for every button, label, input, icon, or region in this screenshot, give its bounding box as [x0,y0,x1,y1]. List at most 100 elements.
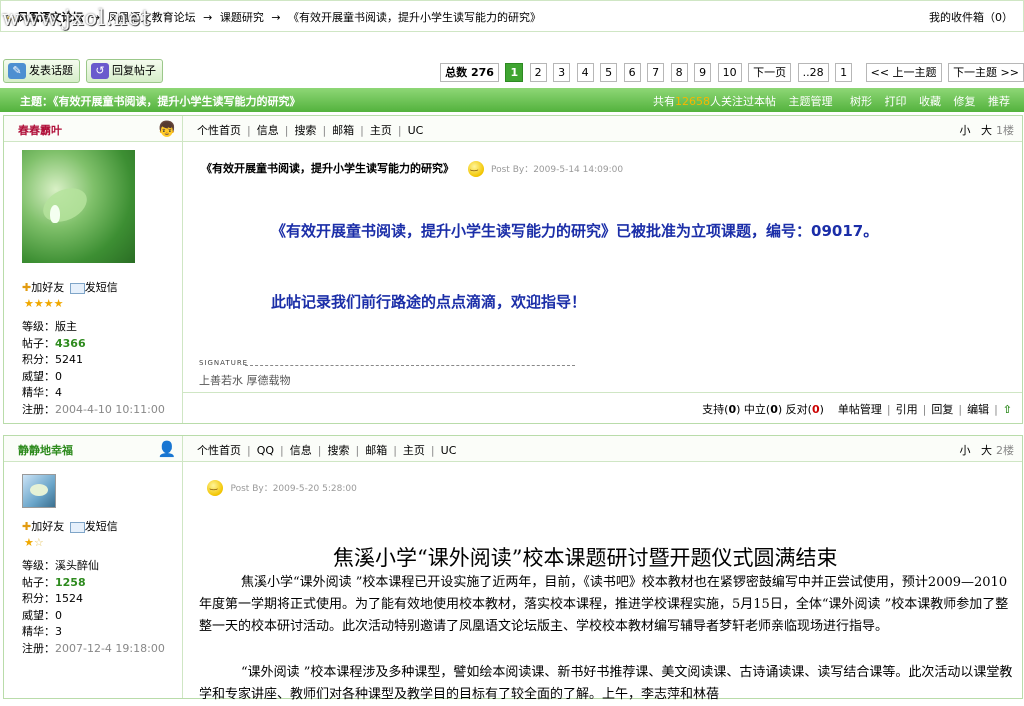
score-value: 1524 [55,592,83,605]
support-link[interactable]: 支持 [702,403,724,416]
prestige-row: 威望：0 [22,608,165,625]
oppose-link[interactable]: 反对 [786,403,808,416]
nav-uc[interactable]: UC [408,124,424,137]
breadcrumb-board[interactable]: 课题研究 [220,11,264,24]
back-to-top-icon[interactable]: ⇧ [1003,403,1012,416]
nav-search[interactable]: 搜索 [327,444,349,457]
author-name[interactable]: 春春霸叶 [18,122,62,138]
page-4[interactable]: 4 [576,63,594,82]
smiley-icon [467,161,484,177]
topic-manage-link[interactable]: 主题管理 [789,95,833,108]
nav-search[interactable]: 搜索 [294,124,316,137]
nav-mailbox[interactable]: 邮箱 [332,124,354,137]
page-7[interactable]: 7 [647,63,665,82]
last-page-button[interactable]: ..28 [797,63,829,82]
mail-icon [69,282,85,294]
author-info: 等级：版主 帖子：4366 积分：5241 威望：0 精华：4 注册：2004-… [22,319,165,418]
post-time: Post By：2009-5-20 5:28:00 [230,484,357,494]
nav-sep: | [317,444,322,457]
recommend-link[interactable]: 推荐 [988,95,1010,108]
send-message-link[interactable]: 发短信 [85,281,118,294]
nav-homepage[interactable]: 个性首页 [197,444,241,457]
elite-value: 3 [55,625,62,638]
page-3[interactable]: 3 [553,63,571,82]
prestige-label: 威望： [22,369,55,383]
nav-sep: | [322,124,327,137]
nav-homepage[interactable]: 个性首页 [197,124,241,137]
prestige-value: 0 [55,608,62,622]
tree-view-link[interactable]: 树形 [850,95,872,108]
nav-sep: | [247,444,251,457]
page-9[interactable]: 9 [694,63,712,82]
nav-home[interactable]: 主页 [370,124,392,137]
nav-uc[interactable]: UC [441,444,457,457]
nav-info[interactable]: 信息 [257,124,279,137]
author-name[interactable]: 静静地幸福 [18,442,73,458]
topic-header: 主题：《有效开展童书阅读，提升小学生读写能力的研究》 共有12658人关注过本帖… [0,88,1024,112]
add-friend-link[interactable]: 加好友 [31,281,64,294]
page-2[interactable]: 2 [529,63,547,82]
font-small-button[interactable]: 小 [960,444,971,457]
edit-link[interactable]: 编辑 [967,403,989,416]
site-watermark: www.jxol.net [2,6,151,30]
post-toolbar: 个性首页 | 信息 | 搜索 | 邮箱 | 主页 | UC 小 大 1楼 [183,116,1022,142]
neutral-link[interactable]: 中立 [744,403,766,416]
favorite-link[interactable]: 收藏 [919,95,941,108]
prev-topic-button[interactable]: << 上一主题 [865,63,942,82]
breadcrumb-sep: → [203,11,213,24]
floor-number: 2楼 [996,444,1014,457]
manage-post-link[interactable]: 单帖管理 [838,403,882,416]
signature-text: 上善若水 厚德载物 [199,374,291,387]
user-nav: 个性首页 | 信息 | 搜索 | 邮箱 | 主页 | UC [197,122,423,138]
prestige-row: 威望：0 [22,369,165,386]
star-icons: ★ [24,536,34,549]
register-date: 2004-4-10 10:11:00 [55,402,165,416]
action-sep: | [958,403,963,416]
elite-row: 精华：4 [22,385,165,402]
font-size-controls: 小 大 1楼 [960,122,1015,138]
register-date: 2007-12-4 19:18:00 [55,641,165,655]
nav-qq[interactable]: QQ [257,444,274,457]
add-friend-link[interactable]: 加好友 [31,520,64,533]
print-link[interactable]: 打印 [885,95,907,108]
register-label: 注册： [22,402,55,416]
font-small-button[interactable]: 小 [960,124,971,137]
post-content: 个性首页 | QQ | 信息 | 搜索 | 邮箱 | 主页 | UC 小 大 2楼 Post By：200… [183,436,1022,702]
page-jump-input[interactable]: 1 [835,63,853,82]
oppose-count: 0 [811,403,820,416]
support-count: 0 [728,403,737,416]
floor-number: 1楼 [996,124,1014,137]
font-big-button[interactable]: 大 [981,444,992,457]
page-6[interactable]: 6 [623,63,641,82]
nav-info[interactable]: 信息 [290,444,312,457]
nav-mailbox[interactable]: 邮箱 [365,444,387,457]
page-10[interactable]: 10 [717,63,742,82]
action-sep: | [922,403,927,416]
new-topic-button[interactable]: ✎ 发表话题 [3,59,80,83]
register-label: 注册： [22,641,55,655]
send-message-link[interactable]: 发短信 [85,520,118,533]
page-1[interactable]: 1 [505,63,524,82]
inbox-link[interactable]: 我的收件箱（0） [929,9,1013,25]
font-big-button[interactable]: 大 [981,124,992,137]
author-links: ✚加好友 发短信 [22,279,118,295]
score-label: 积分： [22,353,55,366]
author-links: ✚加好友 发短信 [22,518,118,534]
next-topic-button[interactable]: 下一主题 >> [948,63,1024,82]
breadcrumb-topic[interactable]: 《有效开展童书阅读，提升小学生读写能力的研究》 [288,11,541,24]
reply-link[interactable]: 回复 [931,403,953,416]
page-5[interactable]: 5 [600,63,618,82]
repair-link[interactable]: 修复 [954,95,976,108]
page-8[interactable]: 8 [670,63,688,82]
nav-home[interactable]: 主页 [403,444,425,457]
post-1: 春春霸叶 👦 ✚加好友 发短信 ★★★★ 等级：版主 帖子：4366 积分：52… [3,115,1023,424]
total-count: 总数 276 [440,63,499,82]
reply-button[interactable]: ↺ 回复帖子 [86,59,163,83]
action-sep: | [886,403,891,416]
post-body-line-2: 此帖记录我们前行路途的点点滴滴，欢迎指导！ [271,293,587,311]
quote-link[interactable]: 引用 [896,403,918,416]
post-toolbar: 个性首页 | QQ | 信息 | 搜索 | 邮箱 | 主页 | UC 小 大 2楼 [183,436,1022,462]
next-page-button[interactable]: 下一页 [748,63,792,82]
nav-sep: | [397,124,402,137]
elite-value: 4 [55,386,62,399]
